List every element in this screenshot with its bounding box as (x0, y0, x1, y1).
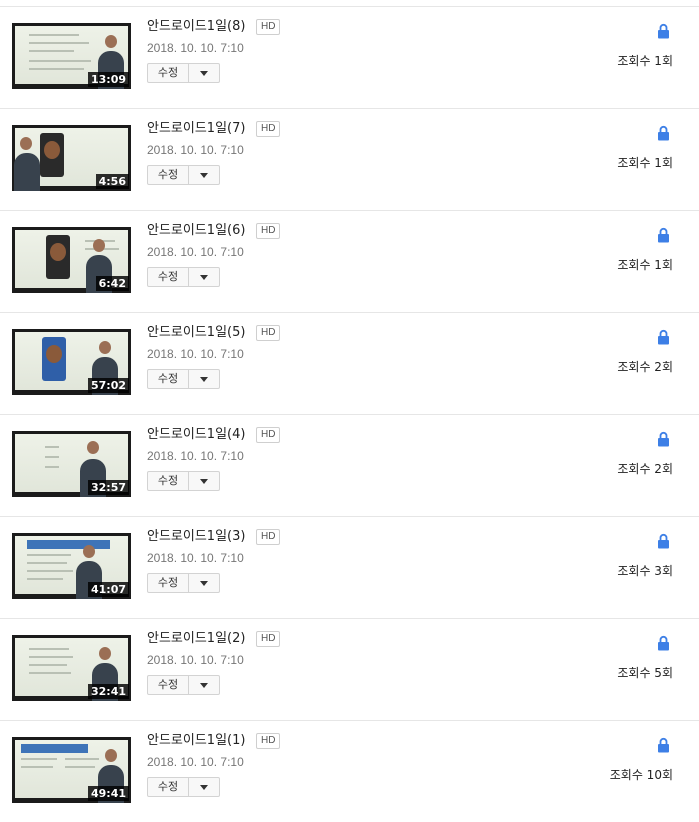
video-row: 49:41 안드로이드1일(1) HD 2018. 10. 10. 7:10 수… (0, 720, 699, 822)
video-row: 4:56 안드로이드1일(7) HD 2018. 10. 10. 7:10 수정… (0, 108, 699, 210)
upload-date: 2018. 10. 10. 7:10 (147, 551, 244, 565)
edit-dropdown-button[interactable] (189, 369, 220, 389)
upload-date: 2018. 10. 10. 7:10 (147, 755, 244, 769)
video-row: 13:09 안드로이드1일(8) HD 2018. 10. 10. 7:10 수… (0, 6, 699, 108)
edit-dropdown-button[interactable] (189, 165, 220, 185)
hd-badge: HD (256, 121, 281, 137)
upload-date: 2018. 10. 10. 7:10 (147, 245, 244, 259)
video-thumbnail[interactable]: 13:09 (12, 23, 131, 89)
edit-button-group: 수정 (147, 675, 220, 695)
upload-date: 2018. 10. 10. 7:10 (147, 41, 244, 55)
video-title[interactable]: 안드로이드1일(2) (147, 630, 245, 648)
edit-button-group: 수정 (147, 777, 220, 797)
lock-icon[interactable] (657, 737, 670, 753)
edit-button-group: 수정 (147, 369, 220, 389)
video-title[interactable]: 안드로이드1일(6) (147, 222, 245, 240)
video-row: 32:41 안드로이드1일(2) HD 2018. 10. 10. 7:10 수… (0, 618, 699, 720)
chevron-down-icon (200, 71, 208, 76)
video-thumbnail[interactable]: 4:56 (12, 125, 131, 191)
video-title[interactable]: 안드로이드1일(8) (147, 18, 245, 36)
video-thumbnail[interactable]: 32:41 (12, 635, 131, 701)
hd-badge: HD (256, 427, 281, 443)
video-title[interactable]: 안드로이드1일(3) (147, 528, 245, 546)
video-thumbnail[interactable]: 32:57 (12, 431, 131, 497)
edit-button[interactable]: 수정 (147, 369, 189, 389)
edit-dropdown-button[interactable] (189, 573, 220, 593)
edit-button-group: 수정 (147, 63, 220, 83)
duration-badge: 13:09 (87, 72, 129, 87)
view-count: 조회수 2회 (617, 462, 673, 476)
lock-icon[interactable] (657, 23, 670, 39)
video-thumbnail[interactable]: 57:02 (12, 329, 131, 395)
edit-button-group: 수정 (147, 165, 220, 185)
edit-button[interactable]: 수정 (147, 675, 189, 695)
chevron-down-icon (200, 683, 208, 688)
chevron-down-icon (200, 581, 208, 586)
chevron-down-icon (200, 173, 208, 178)
edit-button[interactable]: 수정 (147, 165, 189, 185)
edit-button[interactable]: 수정 (147, 471, 189, 491)
duration-badge: 41:07 (87, 582, 129, 597)
lock-icon[interactable] (657, 635, 670, 651)
edit-dropdown-button[interactable] (189, 675, 220, 695)
lock-icon[interactable] (657, 431, 670, 447)
edit-button[interactable]: 수정 (147, 777, 189, 797)
view-count: 조회수 1회 (617, 156, 673, 170)
video-thumbnail[interactable]: 49:41 (12, 737, 131, 803)
view-count: 조회수 3회 (617, 564, 673, 578)
lock-icon[interactable] (657, 329, 670, 345)
edit-dropdown-button[interactable] (189, 267, 220, 287)
hd-badge: HD (256, 631, 281, 647)
video-row: 6:42 안드로이드1일(6) HD 2018. 10. 10. 7:10 수정… (0, 210, 699, 312)
upload-date: 2018. 10. 10. 7:10 (147, 449, 244, 463)
duration-badge: 4:56 (95, 174, 129, 189)
edit-button[interactable]: 수정 (147, 573, 189, 593)
view-count: 조회수 5회 (617, 666, 673, 680)
edit-button-group: 수정 (147, 267, 220, 287)
chevron-down-icon (200, 479, 208, 484)
chevron-down-icon (200, 377, 208, 382)
edit-dropdown-button[interactable] (189, 63, 220, 83)
duration-badge: 32:41 (87, 684, 129, 699)
duration-badge: 32:57 (87, 480, 129, 495)
view-count: 조회수 10회 (609, 768, 673, 782)
video-thumbnail[interactable]: 6:42 (12, 227, 131, 293)
edit-button[interactable]: 수정 (147, 267, 189, 287)
duration-badge: 57:02 (87, 378, 129, 393)
view-count: 조회수 1회 (617, 54, 673, 68)
hd-badge: HD (256, 19, 281, 35)
edit-button-group: 수정 (147, 471, 220, 491)
chevron-down-icon (200, 275, 208, 280)
video-title[interactable]: 안드로이드1일(5) (147, 324, 245, 342)
video-row: 41:07 안드로이드1일(3) HD 2018. 10. 10. 7:10 수… (0, 516, 699, 618)
video-title[interactable]: 안드로이드1일(7) (147, 120, 245, 138)
view-count: 조회수 1회 (617, 258, 673, 272)
hd-badge: HD (256, 529, 281, 545)
video-thumbnail[interactable]: 41:07 (12, 533, 131, 599)
hd-badge: HD (256, 223, 281, 239)
chevron-down-icon (200, 785, 208, 790)
video-title[interactable]: 안드로이드1일(1) (147, 732, 245, 750)
duration-badge: 6:42 (95, 276, 129, 291)
upload-date: 2018. 10. 10. 7:10 (147, 143, 244, 157)
video-row: 32:57 안드로이드1일(4) HD 2018. 10. 10. 7:10 수… (0, 414, 699, 516)
edit-dropdown-button[interactable] (189, 471, 220, 491)
hd-badge: HD (256, 325, 281, 341)
upload-date: 2018. 10. 10. 7:10 (147, 347, 244, 361)
view-count: 조회수 2회 (617, 360, 673, 374)
hd-badge: HD (256, 733, 281, 749)
edit-button[interactable]: 수정 (147, 63, 189, 83)
lock-icon[interactable] (657, 227, 670, 243)
lock-icon[interactable] (657, 533, 670, 549)
video-row: 57:02 안드로이드1일(5) HD 2018. 10. 10. 7:10 수… (0, 312, 699, 414)
edit-dropdown-button[interactable] (189, 777, 220, 797)
upload-date: 2018. 10. 10. 7:10 (147, 653, 244, 667)
duration-badge: 49:41 (87, 786, 129, 801)
lock-icon[interactable] (657, 125, 670, 141)
edit-button-group: 수정 (147, 573, 220, 593)
video-title[interactable]: 안드로이드1일(4) (147, 426, 245, 444)
